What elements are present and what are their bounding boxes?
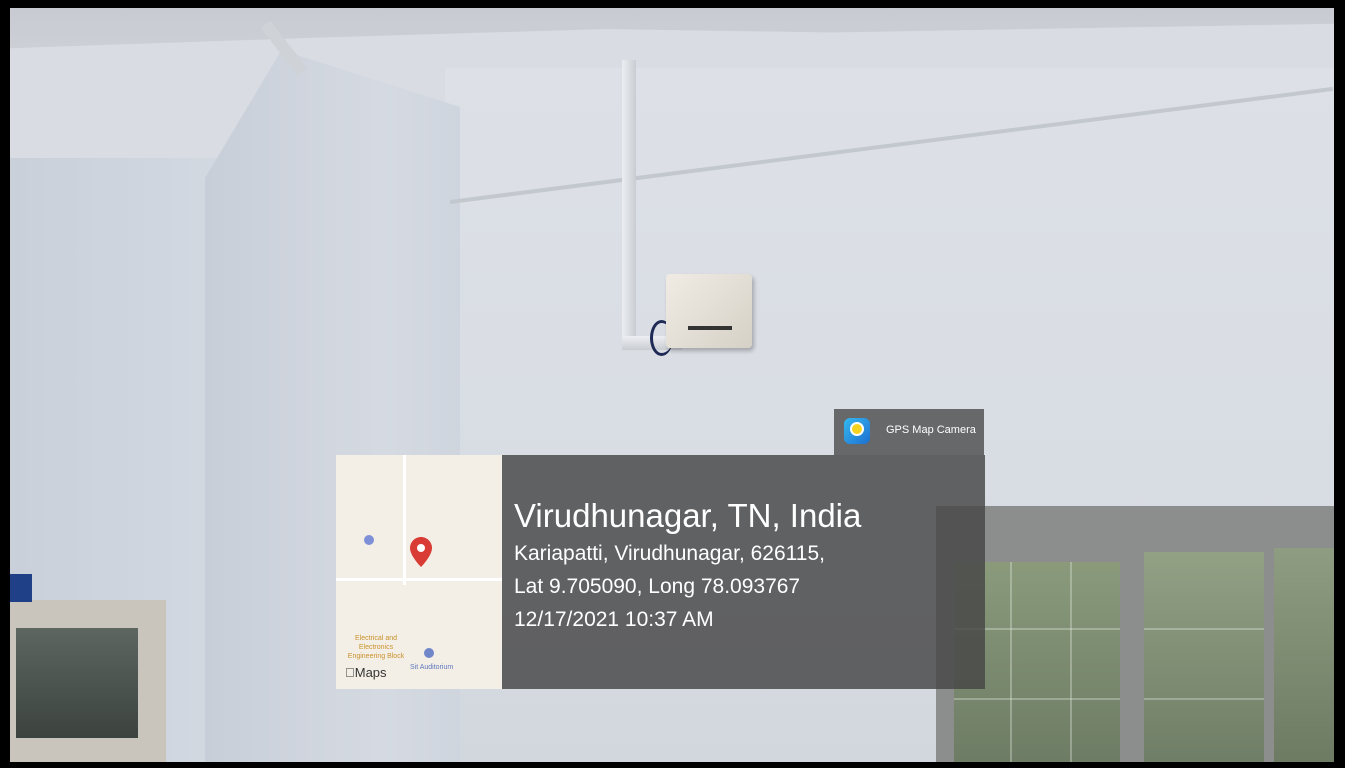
- location-pin-icon: [410, 537, 432, 567]
- wall-sign: [10, 574, 32, 602]
- left-window-glass: [16, 628, 138, 738]
- window-grid-line: [954, 698, 1120, 700]
- gps-map-camera-app-icon: [844, 418, 870, 444]
- maps-logo-text: Maps: [345, 665, 387, 680]
- map-road: [403, 455, 406, 585]
- right-window-pane: [1274, 548, 1334, 762]
- datetime-line: 12/17/2021 10:37 AM: [514, 608, 714, 631]
- window-grid-line: [1070, 562, 1072, 762]
- window-grid-line: [1144, 698, 1264, 700]
- place-title: Virudhunagar, TN, India: [514, 497, 862, 534]
- coordinates-line: Lat 9.705090, Long 78.093767: [514, 575, 801, 598]
- map-road: [336, 578, 502, 581]
- map-poi-icon: [364, 535, 374, 545]
- device-slot: [688, 326, 732, 330]
- brand-label: GPS Map Camera: [886, 424, 976, 436]
- right-window-pane: [1144, 552, 1264, 762]
- conduit-pipe: [622, 60, 636, 350]
- map-poi-icon: [424, 648, 434, 658]
- map-label: Sit Auditorium: [410, 664, 454, 671]
- address-line: Kariapatti, Virudhunagar, 626115,: [514, 542, 825, 565]
- window-grid-line: [1010, 562, 1012, 762]
- wall-mounted-device: [666, 274, 752, 348]
- map-label: Electrical and Electronics Engineering B…: [347, 635, 405, 660]
- maps-logo: Maps: [345, 665, 387, 680]
- window-grid-line: [1144, 628, 1264, 630]
